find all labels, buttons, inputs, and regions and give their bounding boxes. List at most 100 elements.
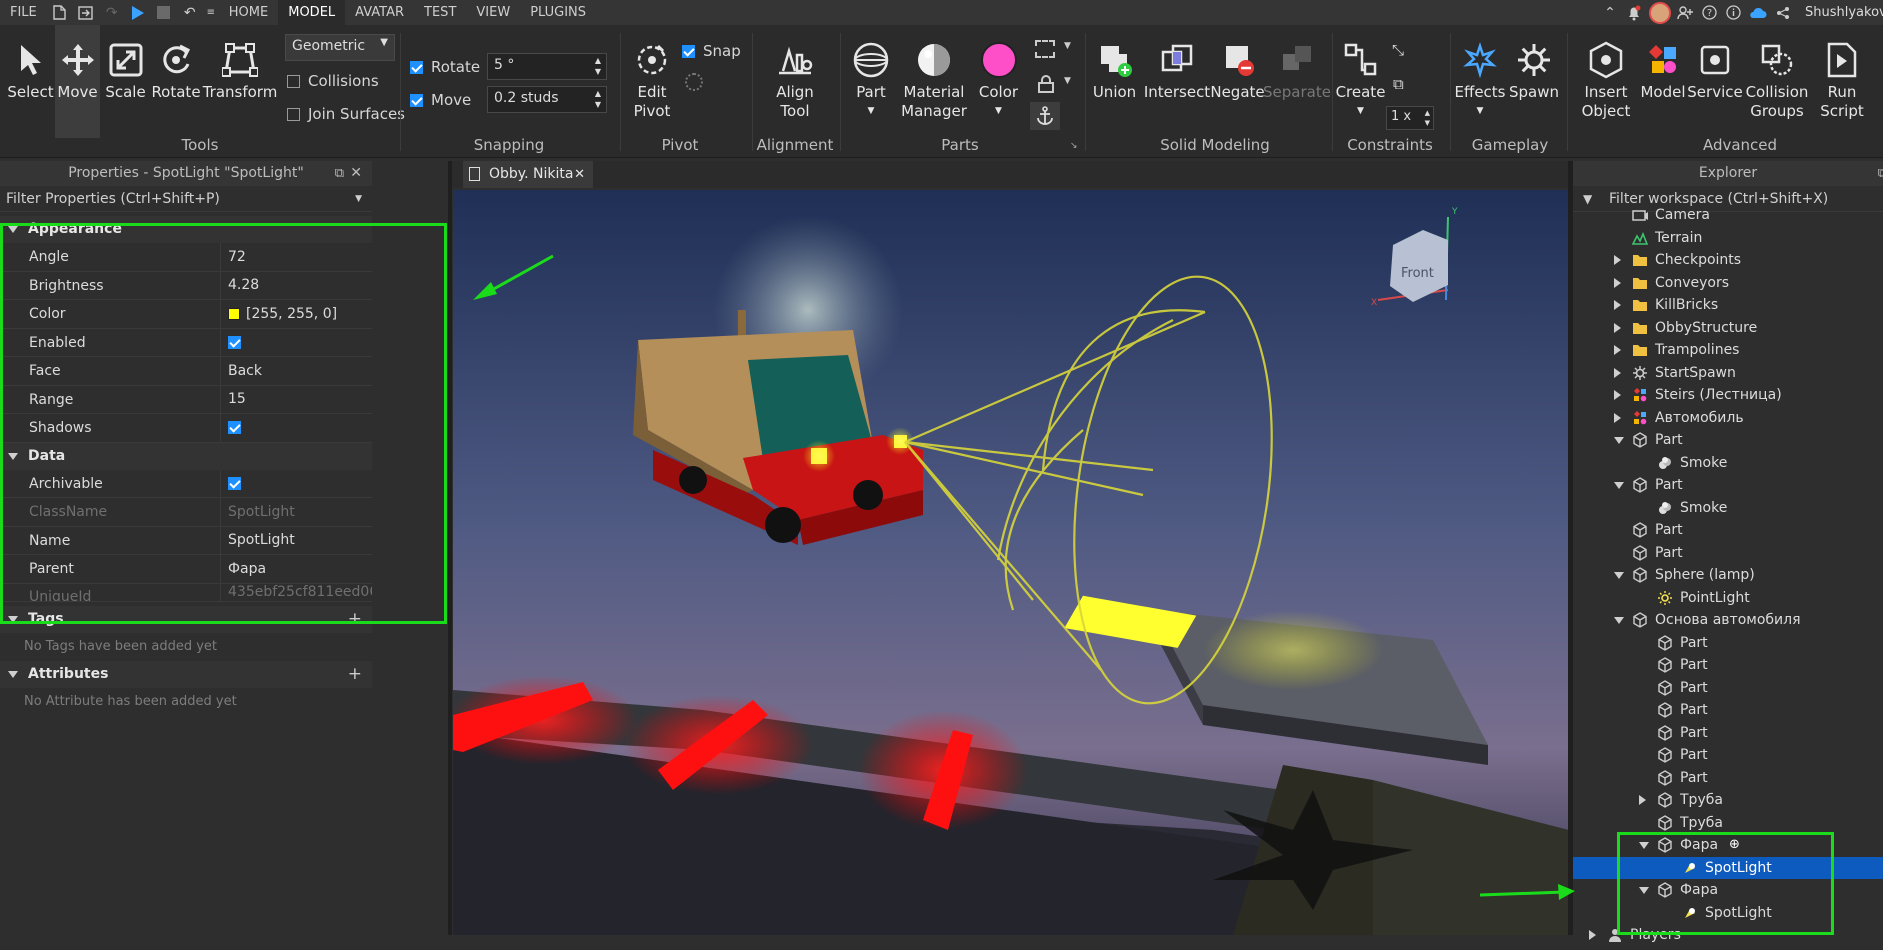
close-tab-icon[interactable]: ✕ <box>574 161 585 188</box>
tree-node[interactable]: Part <box>1573 542 1883 565</box>
tree-node[interactable]: Труба <box>1573 812 1883 835</box>
material-manager-button[interactable]: Material Manager <box>901 37 967 121</box>
cloud-icon[interactable] <box>1747 0 1769 25</box>
tree-node[interactable]: Smoke <box>1573 452 1883 475</box>
chevron-down-icon[interactable]: ▼ <box>355 186 362 212</box>
pivot-snap-toggle[interactable]: Snap <box>682 42 741 60</box>
new-file-icon[interactable] <box>47 0 73 25</box>
tree-node[interactable]: Основа автомобиля <box>1573 609 1883 632</box>
attributes-section-header[interactable]: Attributes + <box>0 660 372 688</box>
customize-icon[interactable]: ≡ <box>203 0 219 25</box>
stepper-icon[interactable]: ▲ ▼ <box>595 88 601 110</box>
tree-node[interactable]: Part <box>1573 677 1883 700</box>
group-icon[interactable] <box>1035 40 1055 58</box>
tree-node[interactable]: Smoke <box>1573 497 1883 520</box>
tree-node[interactable]: Checkpoints <box>1573 249 1883 272</box>
constraint-details-icon[interactable]: ⤡ <box>1392 41 1404 59</box>
tab-model[interactable]: MODEL <box>278 0 346 25</box>
collision-groups-button[interactable]: Collision Groups <box>1744 37 1810 121</box>
help-icon[interactable]: ? <box>1699 0 1719 25</box>
tree-node[interactable]: Part <box>1573 632 1883 655</box>
tree-node[interactable]: Conveyors <box>1573 272 1883 295</box>
expand-arrow-icon[interactable] <box>1614 345 1621 355</box>
expand-arrow-icon[interactable] <box>1614 255 1621 265</box>
join-surfaces-checkbox[interactable] <box>287 107 300 121</box>
3d-viewport[interactable]: Y X Front <box>453 190 1569 935</box>
move-snap-checkbox[interactable] <box>410 93 423 107</box>
stop-icon[interactable] <box>151 0 177 25</box>
spawn-button[interactable]: Spawn <box>1509 37 1559 102</box>
view-cube-label[interactable]: Front <box>1401 266 1434 281</box>
tree-node[interactable]: KillBricks <box>1573 294 1883 317</box>
panel-splitter[interactable] <box>448 161 452 935</box>
expand-arrow-icon[interactable] <box>1614 322 1621 333</box>
intersect-button[interactable]: Intersect <box>1144 37 1210 102</box>
tree-node[interactable]: Part <box>1573 519 1883 542</box>
share-icon[interactable] <box>1773 0 1793 25</box>
collapse-arrow-icon[interactable] <box>1614 572 1624 579</box>
part-button[interactable]: Part ▼ <box>850 37 892 121</box>
tree-node[interactable]: Part <box>1573 722 1883 745</box>
model-button[interactable]: Model <box>1640 37 1686 102</box>
tree-node[interactable]: Terrain <box>1573 227 1883 250</box>
join-surfaces-toggle[interactable]: Join Surfaces <box>287 105 405 123</box>
tab-plugins[interactable]: PLUGINS <box>520 0 596 25</box>
transform-tool[interactable]: Transform <box>203 37 277 102</box>
transform-mode-dropdown[interactable]: Geometric ▼ <box>285 34 395 61</box>
collapse-ribbon-icon[interactable]: ⌃ <box>1601 0 1619 25</box>
expand-arrow-icon[interactable] <box>1639 795 1646 805</box>
tree-node[interactable]: Part <box>1573 429 1883 452</box>
close-icon[interactable]: ✕ <box>350 161 362 186</box>
expand-arrow-icon[interactable] <box>1614 412 1621 423</box>
tree-node[interactable]: Camera <box>1573 204 1883 227</box>
tab-test[interactable]: TEST <box>414 0 466 25</box>
chevron-down-icon[interactable]: ▼ <box>1064 76 1071 86</box>
tree-node[interactable]: ObbyStructure <box>1573 317 1883 340</box>
tab-view[interactable]: VIEW <box>466 0 520 25</box>
collisions-checkbox[interactable] <box>287 74 300 88</box>
tab-obby-nikita[interactable]: Obby. Nikita ✕ <box>463 161 593 188</box>
tree-node[interactable]: Trampolines <box>1573 339 1883 362</box>
lock-icon[interactable] <box>1038 75 1054 96</box>
run-script-button[interactable]: Run Script <box>1815 37 1869 121</box>
move-snap-input[interactable]: 0.2 studs ▲ ▼ <box>487 86 607 113</box>
edit-pivot-tool[interactable]: Edit Pivot <box>630 37 674 121</box>
expand-icon[interactable]: ↘ <box>1070 141 1078 151</box>
file-menu[interactable]: FILE <box>0 0 47 25</box>
collisions-toggle[interactable]: Collisions <box>287 72 379 90</box>
redo-icon[interactable]: ↷ <box>99 0 125 25</box>
negate-button[interactable]: Negate <box>1210 37 1265 102</box>
notifications-icon[interactable] <box>1623 0 1645 25</box>
play-icon[interactable] <box>125 0 151 25</box>
create-constraint-button[interactable]: Create ▼ <box>1336 37 1385 121</box>
tree-node[interactable]: Steirs (Лестница) <box>1573 384 1883 407</box>
tree-node[interactable]: Part <box>1573 654 1883 677</box>
tree-node[interactable]: Труба <box>1573 789 1883 812</box>
info-icon[interactable] <box>1723 0 1743 25</box>
move-snap-toggle[interactable]: Move <box>410 91 471 109</box>
rotate-tool[interactable]: Rotate <box>151 37 201 102</box>
insert-object-button[interactable]: Insert Object <box>1574 37 1638 121</box>
constraint-scale-input[interactable]: 1 x ▲ ▼ <box>1386 106 1434 130</box>
service-button[interactable]: Service <box>1687 37 1743 102</box>
collapse-arrow-icon[interactable] <box>1614 482 1624 489</box>
weld-icon[interactable]: ⧉ <box>1393 75 1404 93</box>
undo-icon[interactable]: ↶ <box>177 0 203 25</box>
stepper-icon[interactable]: ▲ ▼ <box>1425 108 1430 128</box>
add-friend-icon[interactable] <box>1675 0 1695 25</box>
select-tool[interactable]: Select <box>7 37 54 102</box>
pivot-reset-icon[interactable] <box>685 73 703 91</box>
undock-icon[interactable]: ⧉ <box>335 161 344 186</box>
username[interactable]: ShushlyakovN <box>1797 5 1883 20</box>
union-button[interactable]: Union <box>1092 37 1137 102</box>
expand-arrow-icon[interactable] <box>1614 390 1621 400</box>
stepper-icon[interactable]: ▲ ▼ <box>595 55 601 77</box>
rotate-snap-checkbox[interactable] <box>410 60 423 74</box>
expand-arrow-icon[interactable] <box>1614 300 1621 310</box>
scale-tool[interactable]: Scale <box>103 37 148 102</box>
expand-arrow-icon[interactable] <box>1614 367 1621 378</box>
collapse-arrow-icon[interactable] <box>1614 617 1624 624</box>
expand-arrow-icon[interactable] <box>1589 930 1596 940</box>
tree-node[interactable]: PointLight <box>1573 587 1883 610</box>
add-attribute-icon[interactable]: + <box>348 661 362 688</box>
